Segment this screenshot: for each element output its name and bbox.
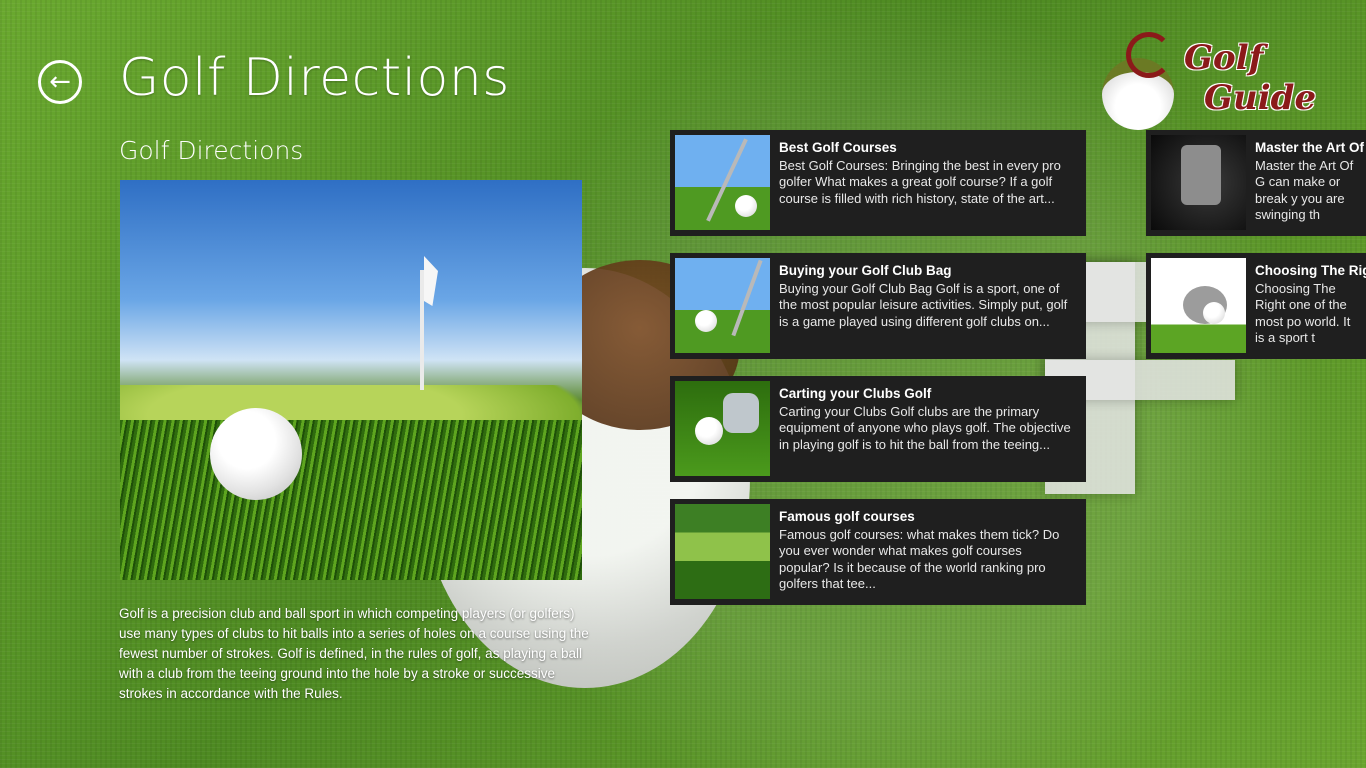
back-arrow-icon: ← [49,67,71,97]
article-thumbnail [675,258,770,353]
hero-golf-image [120,180,582,580]
article-thumbnail [675,381,770,476]
hero-grass [120,420,582,580]
article-card[interactable]: Best Golf Courses Best Golf Courses: Bri… [670,130,1086,236]
article-thumbnail [1151,258,1246,353]
article-card[interactable]: Master the Art Of G Master the Art Of G … [1146,130,1366,236]
article-thumbnail [675,135,770,230]
section-heading: Golf Directions [119,136,304,165]
article-title: Famous golf courses [779,509,915,524]
article-thumbnail [675,504,770,599]
article-description: Famous golf courses: what makes them tic… [779,527,1060,591]
article-thumbnail [1151,135,1246,230]
flag-pole [420,270,424,390]
article-card[interactable]: Carting your Clubs Golf Carting your Clu… [670,376,1086,482]
article-title: Best Golf Courses [779,140,897,155]
logo-line-1: Golf [1184,38,1264,78]
article-card[interactable]: Famous golf courses Famous golf courses:… [670,499,1086,605]
article-description: Buying your Golf Club Bag Golf is a spor… [779,281,1068,329]
article-title: Buying your Golf Club Bag [779,263,952,278]
flag-icon [424,256,438,306]
page-title: Golf Directions [119,48,510,108]
logo-text: Golf Guide [1184,38,1316,118]
article-description: Master the Art Of G can make or break y … [1255,158,1354,222]
article-description: Choosing The Right one of the most po wo… [1255,281,1351,345]
article-title: Master the Art Of G [1255,140,1366,155]
article-card[interactable]: Buying your Golf Club Bag Buying your Go… [670,253,1086,359]
article-title: Choosing The Righ [1255,263,1366,278]
golf-ball-icon [210,408,302,500]
golf-guide-logo: Golf Guide [1098,28,1318,132]
detail-description: Golf is a precision club and ball sport … [119,606,589,701]
article-description: Best Golf Courses: Bringing the best in … [779,158,1061,206]
article-description: Carting your Clubs Golf clubs are the pr… [779,404,1071,452]
back-button[interactable]: ← [38,60,82,104]
logo-line-2: Guide [1204,78,1317,118]
logo-golfer-icon [1126,32,1172,78]
article-card[interactable]: Choosing The Righ Choosing The Right one… [1146,253,1366,359]
article-title: Carting your Clubs Golf [779,386,932,401]
